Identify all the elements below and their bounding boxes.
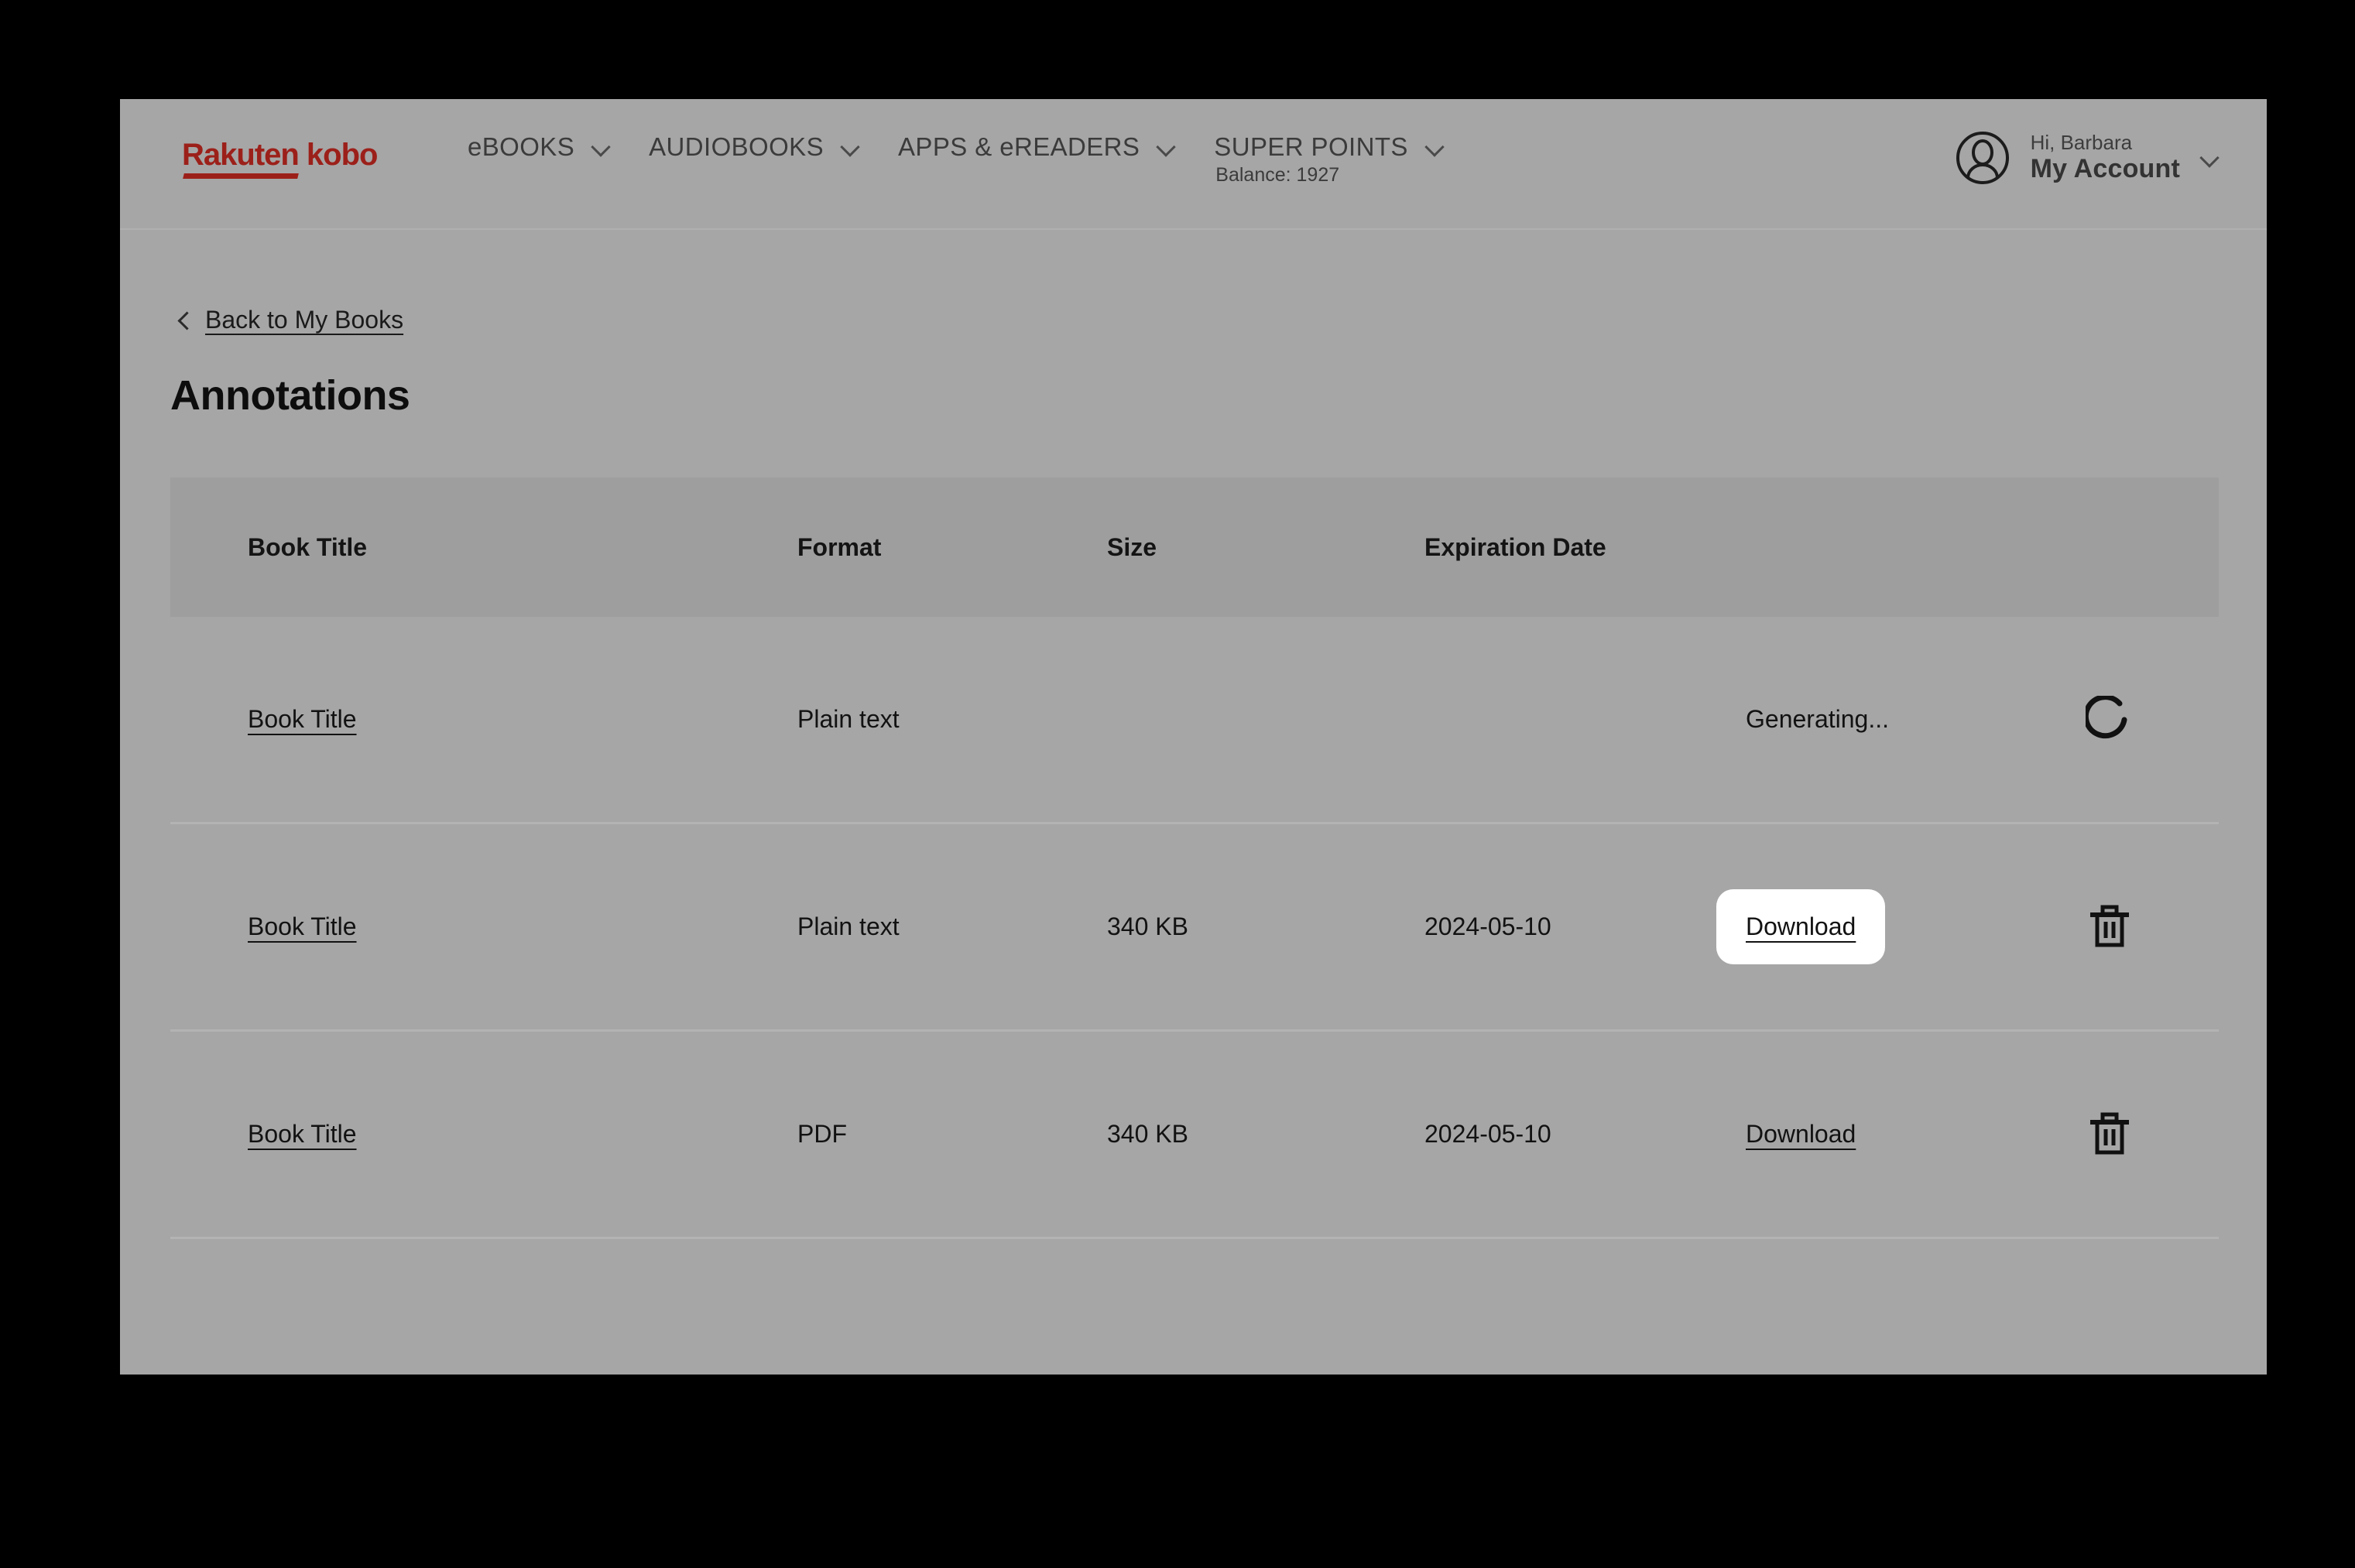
account-text-block: Hi, Barbara My Account: [2030, 130, 2180, 185]
column-header-format: Format: [797, 532, 882, 561]
cell-format: Plain text: [797, 705, 900, 733]
chevron-down-icon: [2200, 148, 2220, 168]
table-header-row: Book Title Format Size Expiration Date: [170, 478, 2219, 617]
back-link-label: Back to My Books: [205, 306, 404, 334]
book-title-link[interactable]: Book Title: [248, 705, 357, 733]
table-row: Book Title Plain text Generating...: [170, 617, 2219, 824]
status-generating: Generating...: [1746, 705, 1889, 733]
chevron-down-icon: [591, 137, 612, 157]
column-header-expiration-date: Expiration Date: [1424, 532, 1606, 561]
column-header-size: Size: [1107, 532, 1157, 561]
cell-expiration-date: 2024-05-10: [1424, 1120, 1551, 1148]
book-title-link[interactable]: Book Title: [248, 1120, 357, 1148]
chevron-down-icon: [1157, 137, 1177, 157]
delete-icon[interactable]: [2082, 1108, 2137, 1162]
nav-item-label: AUDIOBOOKS: [649, 132, 824, 161]
back-to-my-books-link[interactable]: Back to My Books: [176, 306, 403, 334]
annotations-table: Book Title Format Size Expiration Date B…: [170, 478, 2219, 1375]
logo-text: Rakuten kobo: [182, 138, 378, 172]
table-empty-space: [170, 1239, 2219, 1375]
chevron-left-icon: [176, 312, 193, 329]
nav-item-audiobooks[interactable]: AUDIOBOOKS: [630, 130, 879, 164]
cell-size: 340 KB: [1107, 912, 1188, 940]
nav-item-ebooks[interactable]: eBOOKS: [449, 130, 630, 164]
site-header: Rakuten kobo eBOOKS AUDIOBOOKS APPS & eR…: [120, 99, 2267, 230]
super-points-balance: Balance: 1927: [1215, 164, 1340, 186]
table-row: Book Title PDF 340 KB 2024-05-10 Downloa…: [170, 1032, 2219, 1239]
nav-item-apps-ereaders[interactable]: APPS & eREADERS: [879, 130, 1195, 164]
delete-icon[interactable]: [2082, 900, 2137, 954]
page-title: Annotations: [170, 372, 410, 419]
nav-item-label: APPS & eREADERS: [898, 132, 1140, 161]
cell-format: PDF: [797, 1120, 847, 1148]
account-menu[interactable]: Hi, Barbara My Account: [1955, 130, 2220, 186]
account-greeting: Hi, Barbara: [2030, 130, 2133, 154]
download-focus-highlight: Download: [1716, 889, 1886, 964]
account-name: My Account: [2030, 154, 2180, 184]
browser-page: Rakuten kobo eBOOKS AUDIOBOOKS APPS & eR…: [120, 99, 2267, 1375]
loading-spinner-icon: [2082, 693, 2134, 744]
chevron-down-icon: [1425, 137, 1445, 157]
nav-item-label: eBOOKS: [468, 132, 575, 161]
download-link[interactable]: Download: [1746, 1120, 1856, 1149]
table-row: Book Title Plain text 340 KB 2024-05-10 …: [170, 824, 2219, 1032]
logo-underline-swoosh: [183, 173, 299, 179]
cell-size: 340 KB: [1107, 1120, 1188, 1148]
chevron-down-icon: [841, 137, 861, 157]
column-header-book-title: Book Title: [248, 532, 368, 561]
main-navigation: eBOOKS AUDIOBOOKS APPS & eREADERS SUPER …: [449, 130, 1464, 186]
cell-expiration-date: 2024-05-10: [1424, 912, 1551, 940]
nav-item-label: SUPER POINTS: [1214, 132, 1408, 161]
avatar-icon: [1955, 130, 2010, 186]
page-content: Back to My Books Annotations Book Title …: [120, 306, 2267, 1375]
rakuten-kobo-logo[interactable]: Rakuten kobo: [182, 139, 414, 184]
book-title-link[interactable]: Book Title: [248, 912, 357, 940]
nav-item-super-points[interactable]: SUPER POINTS Balance: 1927: [1195, 130, 1464, 186]
cell-format: Plain text: [797, 912, 900, 940]
download-link[interactable]: Download: [1746, 912, 1856, 941]
